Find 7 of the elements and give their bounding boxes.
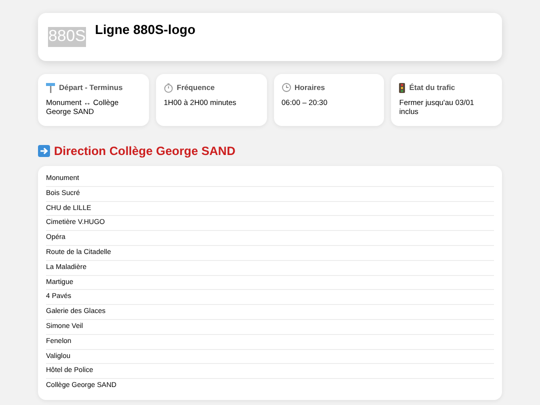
bus-stop-icon [46,82,55,93]
clock-icon [282,83,290,92]
direction-title: Direction Collège George SAND [54,143,236,160]
right-arrow-icon [38,145,50,157]
stopwatch-icon [164,82,173,93]
line-title: Ligne 880S-logo [95,23,196,37]
traffic-light-icon [399,82,406,93]
